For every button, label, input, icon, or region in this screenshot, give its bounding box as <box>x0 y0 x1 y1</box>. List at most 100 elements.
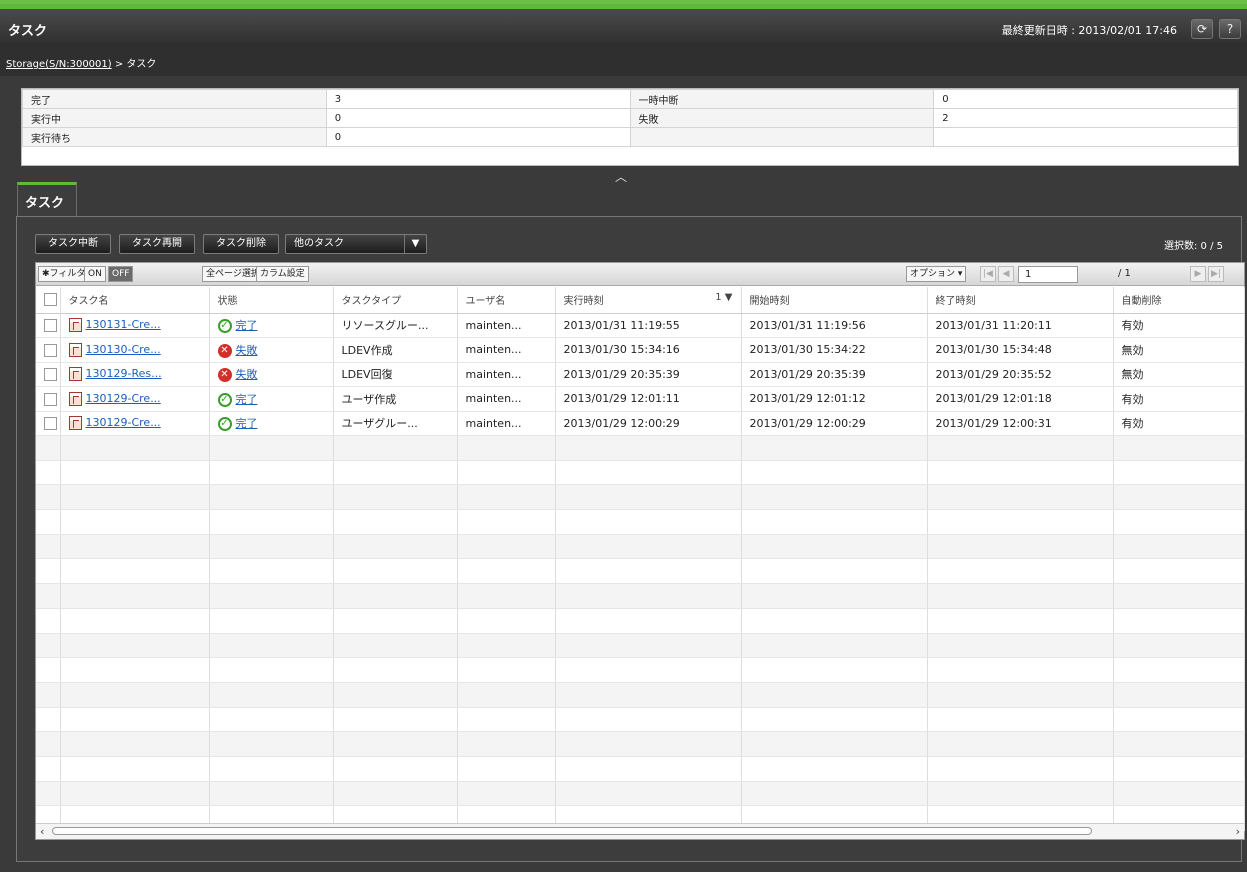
table-row[interactable]: 130131-Cre... ✓ 完了 リソースグルー... mainten... 2013… <box>36 313 1245 338</box>
page-title: タスク <box>8 24 48 39</box>
status-link[interactable]: 失敗 <box>236 344 258 357</box>
status-link[interactable]: 完了 <box>236 319 258 332</box>
column-header-label: ユーザ名 <box>465 296 506 308</box>
last-page-icon[interactable]: ▶| <box>1208 266 1224 282</box>
table-row[interactable]: 130130-Cre... ✕ 失敗 LDEV作成 mainten... 2013/01/… <box>36 337 1245 363</box>
page-total: / 1 <box>1118 268 1131 279</box>
column-header[interactable]: タスク名 <box>60 287 210 314</box>
column-header[interactable]: 実行時刻 1 ▼ <box>555 287 742 314</box>
suspend-task-button[interactable]: タスク中断 <box>35 234 111 254</box>
summary-value: 0 <box>325 127 631 147</box>
row-checkbox[interactable] <box>44 343 57 357</box>
app-window: タスク 最終更新日時 : 2013/02/01 17:46 ⟳ ? Storag… <box>0 0 1247 872</box>
task-type-cell: ユーザグルー... <box>333 411 458 436</box>
empty-row <box>36 608 1245 634</box>
row-checkbox-cell <box>36 337 61 363</box>
other-tasks-dropdown[interactable]: 他のタスク ▼ <box>285 234 427 254</box>
user-name-cell: mainten... <box>457 337 556 363</box>
prev-page-icon[interactable]: ◀ <box>998 266 1014 282</box>
table-row[interactable]: 130129-Cre... ✓ 完了 ユーザ作成 mainten... 2013/01/2… <box>36 386 1245 412</box>
select-all-pages-button[interactable]: 全ページ選択 <box>202 266 264 282</box>
task-name-link[interactable]: 130129-Cre... <box>86 416 161 429</box>
summary-label: 失敗 <box>629 108 935 128</box>
column-header[interactable]: タスクタイプ <box>333 287 458 314</box>
check-circle-icon: ✓ <box>217 392 232 407</box>
table-row[interactable]: 130129-Res... ✕ 失敗 LDEV回復 mainten... 2013/01/… <box>36 362 1245 387</box>
filter-on-toggle[interactable]: ON <box>84 266 106 282</box>
check-circle-icon: ✓ <box>217 319 232 334</box>
exec-time-cell: 2013/01/29 12:01:11 <box>555 386 742 412</box>
select-all-checkbox[interactable] <box>44 293 57 307</box>
row-checkbox[interactable] <box>44 417 57 430</box>
row-checkbox-cell <box>36 313 61 338</box>
summary-label: 実行中 <box>22 108 327 128</box>
options-dropdown[interactable]: オプション ▾ <box>906 266 967 282</box>
task-icon <box>68 367 82 382</box>
status-cell: ✓ 完了 <box>209 386 334 412</box>
task-name-link[interactable]: 130129-Cre... <box>86 392 161 405</box>
status-cell: ✓ 完了 <box>209 411 334 436</box>
empty-row <box>36 583 1245 609</box>
task-name-link[interactable]: 130129-Res... <box>86 367 162 380</box>
row-checkbox[interactable] <box>44 368 57 381</box>
other-tasks-label: 他のタスク <box>294 238 344 249</box>
column-header[interactable]: 状態 <box>209 287 334 314</box>
empty-row <box>36 509 1245 535</box>
column-header-label: 終了時刻 <box>935 296 976 308</box>
next-page-icon[interactable]: ▶ <box>1190 266 1206 282</box>
table-row[interactable]: 130129-Cre... ✓ 完了 ユーザグルー... mainten... 2013/… <box>36 411 1245 436</box>
column-header[interactable]: 自動削除 <box>1113 287 1245 314</box>
first-page-icon[interactable]: |◀ <box>980 266 996 282</box>
task-name-link[interactable]: 130130-Cre... <box>86 343 161 356</box>
column-header-label: タスク名 <box>68 296 109 308</box>
column-settings-button[interactable]: カラム設定 <box>256 266 309 282</box>
filter-off-toggle[interactable]: OFF <box>108 266 134 282</box>
column-header[interactable]: ユーザ名 <box>457 287 556 314</box>
tab-tasks[interactable]: タスク <box>17 182 77 216</box>
row-checkbox[interactable] <box>44 319 57 332</box>
start-time-cell: 2013/01/29 20:35:39 <box>741 362 928 387</box>
task-type-cell: LDEV作成 <box>333 337 458 363</box>
filter-button[interactable]: ✱フィルタ <box>38 266 90 282</box>
task-icon <box>68 342 82 357</box>
end-time-cell: 2013/01/30 15:34:48 <box>927 337 1114 363</box>
scroll-left-icon[interactable]: ‹ <box>40 825 44 838</box>
collapse-toggle-icon[interactable]: ︿ <box>615 168 627 185</box>
empty-row <box>36 781 1245 807</box>
status-link[interactable]: 完了 <box>236 393 258 406</box>
status-cell: ✕ 失敗 <box>209 362 334 387</box>
task-icon <box>68 391 82 406</box>
end-time-cell: 2013/01/31 11:20:11 <box>927 313 1114 338</box>
task-name-link[interactable]: 130131-Cre... <box>86 318 161 331</box>
task-table-container: ✱フィルタ ON OFF 全ページ選択 カラム設定 オプション ▾ |◀ ◀ 1… <box>35 262 1245 840</box>
horizontal-scrollbar[interactable]: ‹ › <box>36 823 1244 839</box>
empty-row <box>36 534 1245 560</box>
last-update-time: 最終更新日時 : 2013/02/01 17:46 <box>1001 24 1177 37</box>
help-button[interactable]: ? <box>1219 19 1241 39</box>
table-header-row: タスク名 状態 タスクタイプ ユーザ名 実行時刻 1 ▼ 開始時刻 終了時刻 自動削除 <box>36 287 1245 314</box>
status-link[interactable]: 完了 <box>236 417 258 430</box>
scroll-right-icon[interactable]: › <box>1236 825 1240 838</box>
breadcrumb-separator: > <box>111 59 127 70</box>
column-header[interactable]: 終了時刻 <box>927 287 1114 314</box>
page-number-input[interactable]: 1 <box>1018 266 1078 283</box>
check-circle-icon: ✓ <box>217 417 232 432</box>
summary-label: 完了 <box>22 89 327 109</box>
column-header-label: 自動削除 <box>1121 296 1162 308</box>
empty-row <box>36 707 1245 733</box>
exec-time-cell: 2013/01/29 20:35:39 <box>555 362 742 387</box>
auto-delete-cell: 有効 <box>1113 313 1245 338</box>
breadcrumb-storage-link[interactable]: Storage(S/N:300001) <box>6 59 112 70</box>
scrollbar-thumb[interactable] <box>52 827 1092 835</box>
resume-task-button[interactable]: タスク再開 <box>119 234 195 254</box>
status-link[interactable]: 失敗 <box>236 368 258 381</box>
delete-task-button[interactable]: タスク削除 <box>203 234 279 254</box>
end-time-cell: 2013/01/29 20:35:52 <box>927 362 1114 387</box>
summary-value: 0 <box>325 108 631 128</box>
refresh-button[interactable]: ⟳ <box>1191 19 1213 39</box>
empty-row <box>36 756 1245 782</box>
row-checkbox[interactable] <box>44 392 57 406</box>
task-name-cell: 130131-Cre... <box>60 313 210 338</box>
column-header[interactable]: 開始時刻 <box>741 287 928 314</box>
row-checkbox-cell <box>36 362 61 387</box>
